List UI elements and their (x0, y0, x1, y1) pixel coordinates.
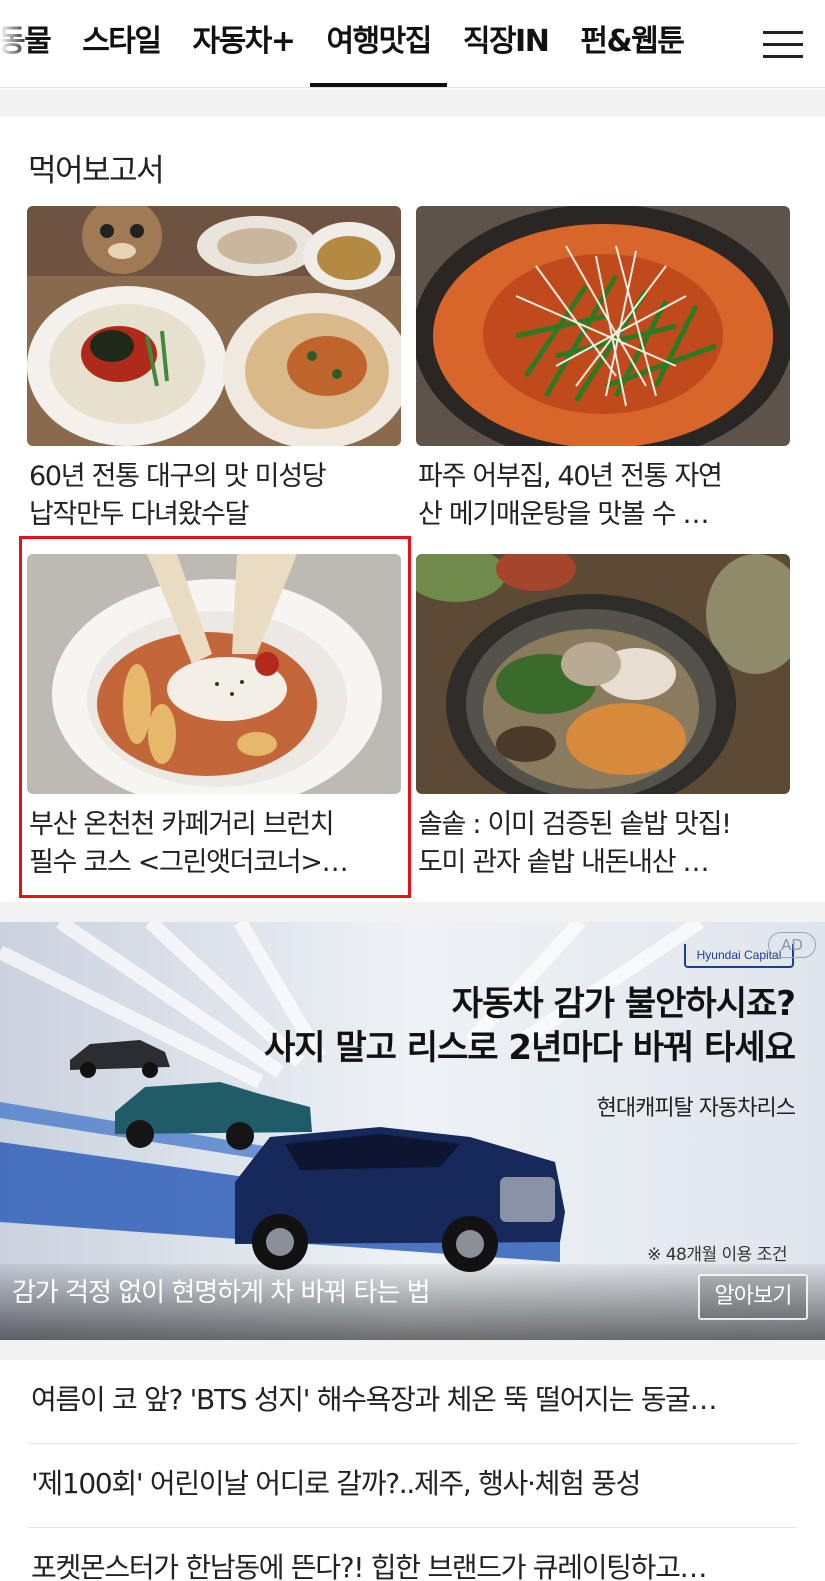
article-title[interactable]: 솔솥 : 이미 검증된 솥밥 맛집! 도미 관자 솥밥 내돈내산 … (416, 806, 790, 882)
section-divider (0, 902, 825, 922)
headline-list: 여름이 코 앞? 'BTS 성지' 해수욕장과 체온 뚝 떨어지는 동굴… '제… (0, 1360, 825, 1581)
learn-more-button[interactable]: 알아보기 (698, 1274, 808, 1320)
ad-banner[interactable]: Hyundai Capital AD 자동차 감가 불안하시죠? 사지 말고 리… (0, 922, 825, 1340)
tab-style[interactable]: 스타일 (66, 0, 176, 87)
tab-fade-left (0, 0, 30, 87)
article-card[interactable]: 파주 어부집, 40년 전통 자연 산 메기매운탕을 맛볼 수 … (416, 206, 790, 534)
article-thumbnail[interactable] (416, 554, 790, 794)
ad-disclaimer: ※ 48개월 이용 조건 (647, 1245, 787, 1265)
ad-tagline: 감가 걱정 없이 현명하게 차 바꿔 타는 법 (12, 1278, 431, 1308)
article-thumbnail[interactable] (416, 206, 790, 446)
food-review-section: 먹어보고서 60년 전통 대구의 맛 미성당 납작만두 다녀왔수달 파주 어부집… (0, 117, 825, 902)
article-title-line2: 납작만두 다녀왔수달 (29, 499, 249, 530)
article-title-line1: 솔솥 : 이미 검증된 솥밥 맛집! (418, 809, 732, 840)
ad-headline-line1: 자동차 감가 불안하시죠? (451, 984, 796, 1024)
article-card[interactable]: 솔솥 : 이미 검증된 솥밥 맛집! 도미 관자 솥밥 내돈내산 … (416, 554, 790, 882)
category-nav: 동물 스타일 자동차+ 여행맛집 직장IN 펀&웹툰 (0, 0, 825, 88)
tab-fade-right (685, 0, 745, 87)
article-title-line2: 필수 코스 <그린앳더코너>… (29, 847, 349, 878)
ad-headline-line2: 사지 말고 리스로 2년마다 바꿔 타세요 (263, 1028, 796, 1068)
tab-car[interactable]: 자동차+ (177, 0, 311, 87)
article-thumbnail[interactable] (27, 554, 401, 794)
category-tabs: 동물 스타일 자동차+ 여행맛집 직장IN 펀&웹툰 (0, 0, 699, 87)
article-title-line2: 도미 관자 솥밥 내돈내산 … (418, 847, 710, 878)
article-card[interactable]: 60년 전통 대구의 맛 미성당 납작만두 다녀왔수달 (27, 206, 401, 534)
article-title-line1: 60년 전통 대구의 맛 미성당 (29, 461, 327, 492)
ad-badge[interactable]: AD (768, 932, 816, 958)
ad-headline: 자동차 감가 불안하시죠? 사지 말고 리스로 2년마다 바꿔 타세요 (263, 982, 796, 1070)
tab-fun-webtoon[interactable]: 펀&웹툰 (564, 0, 699, 87)
article-title-line1: 부산 온천천 카페거리 브런치 (29, 809, 335, 840)
section-divider (0, 1340, 825, 1360)
article-title[interactable]: 60년 전통 대구의 맛 미성당 납작만두 다녀왔수달 (27, 458, 401, 534)
tab-work[interactable]: 직장IN (447, 0, 564, 87)
article-title-line1: 파주 어부집, 40년 전통 자연 (418, 461, 723, 492)
hamburger-menu-icon[interactable] (741, 0, 825, 87)
list-item[interactable]: 여름이 코 앞? 'BTS 성지' 해수욕장과 체온 뚝 떨어지는 동굴… (28, 1360, 797, 1444)
tab-travel-food[interactable]: 여행맛집 (310, 0, 448, 87)
list-item[interactable]: 포켓몬스터가 한남동에 뜬다?! 힙한 브랜드가 큐레이팅하고… (28, 1528, 797, 1581)
article-title[interactable]: 부산 온천천 카페거리 브런치 필수 코스 <그린앳더코너>… (27, 806, 401, 882)
article-title-line2: 산 메기매운탕을 맛볼 수 … (418, 499, 710, 530)
ad-subline: 현대캐피탈 자동차리스 (596, 1096, 796, 1121)
section-title: 먹어보고서 (28, 153, 165, 189)
article-thumbnail[interactable] (27, 206, 401, 446)
section-divider (0, 89, 825, 117)
list-item[interactable]: '제100회' 어린이날 어디로 갈까?..제주, 행사·체험 풍성 (28, 1444, 797, 1528)
article-card[interactable]: 부산 온천천 카페거리 브런치 필수 코스 <그린앳더코너>… (27, 554, 401, 882)
article-title[interactable]: 파주 어부집, 40년 전통 자연 산 메기매운탕을 맛볼 수 … (416, 458, 790, 534)
